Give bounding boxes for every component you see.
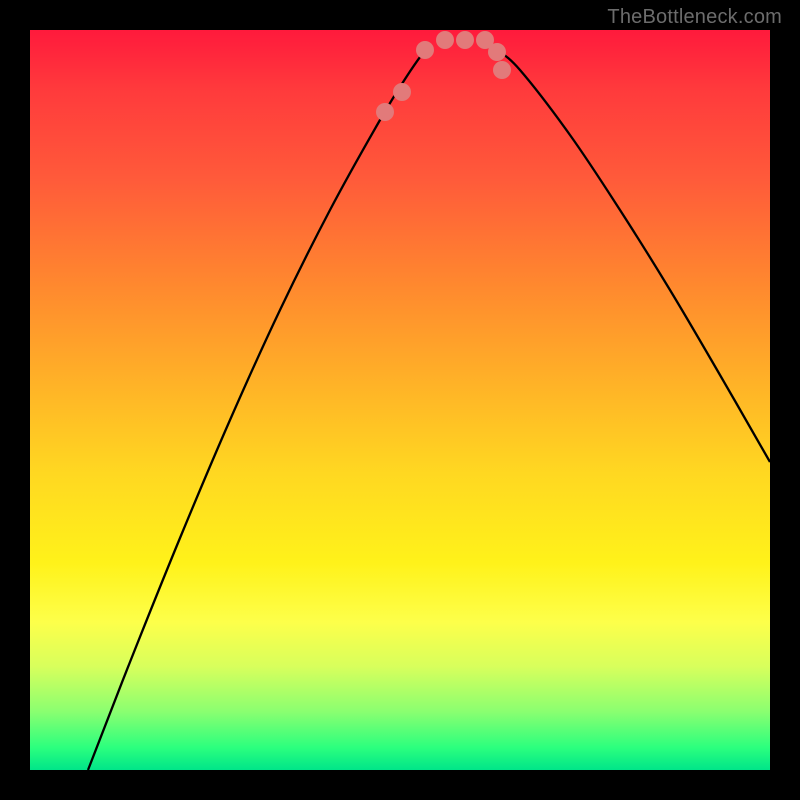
trough-marker xyxy=(493,61,511,79)
chart-frame: TheBottleneck.com xyxy=(0,0,800,800)
trough-marker-group xyxy=(376,31,511,121)
trough-marker xyxy=(393,83,411,101)
trough-marker xyxy=(376,103,394,121)
chart-overlay xyxy=(30,30,770,770)
trough-marker xyxy=(456,31,474,49)
trough-marker xyxy=(488,43,506,61)
curve-left xyxy=(88,50,425,770)
curve-right xyxy=(497,50,770,462)
watermark-text: TheBottleneck.com xyxy=(607,6,782,29)
trough-marker xyxy=(436,31,454,49)
trough-marker xyxy=(416,41,434,59)
